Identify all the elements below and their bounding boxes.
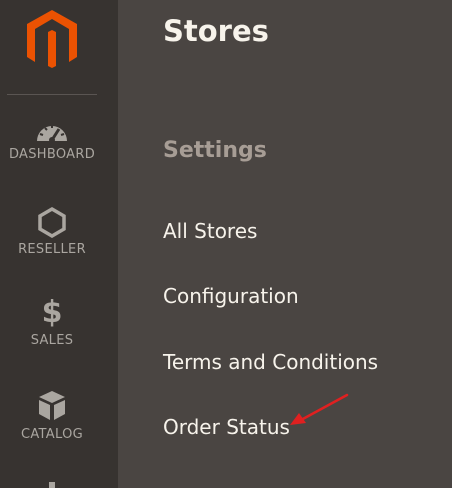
sidebar-item-label: SALES [30, 333, 74, 348]
menu-link-terms-and-conditions[interactable]: Terms and Conditions [163, 350, 378, 374]
menu-link-order-status[interactable]: Order Status [163, 415, 290, 439]
menu-link-all-stores[interactable]: All Stores [163, 219, 257, 243]
dollar-icon: $ [41, 295, 63, 330]
admin-sidebar: DASHBOARD RESELLER $ SALES CATALOG [0, 0, 118, 488]
sidebar-item-dashboard[interactable]: DASHBOARD [0, 117, 104, 162]
sidebar-item-catalog[interactable]: CATALOG [0, 389, 104, 442]
sidebar-item-label: DASHBOARD [8, 147, 96, 162]
panel-title: Stores [163, 14, 269, 48]
sidebar-item-sales[interactable]: $ SALES [0, 295, 104, 349]
annotation-arrow-icon [290, 393, 349, 425]
section-title-settings: Settings [163, 138, 267, 163]
sidebar-item-reseller[interactable]: RESELLER [0, 206, 104, 257]
sidebar-item-label: RESELLER [18, 242, 86, 257]
box-icon [39, 391, 65, 420]
sidebar-divider [7, 94, 97, 95]
menu-link-configuration[interactable]: Configuration [163, 284, 299, 308]
hexagon-icon [38, 206, 66, 238]
magento-logo[interactable] [24, 8, 80, 70]
sidebar-item-label: CATALOG [21, 427, 83, 442]
dashboard-icon [37, 125, 67, 143]
more-icon [49, 482, 55, 488]
